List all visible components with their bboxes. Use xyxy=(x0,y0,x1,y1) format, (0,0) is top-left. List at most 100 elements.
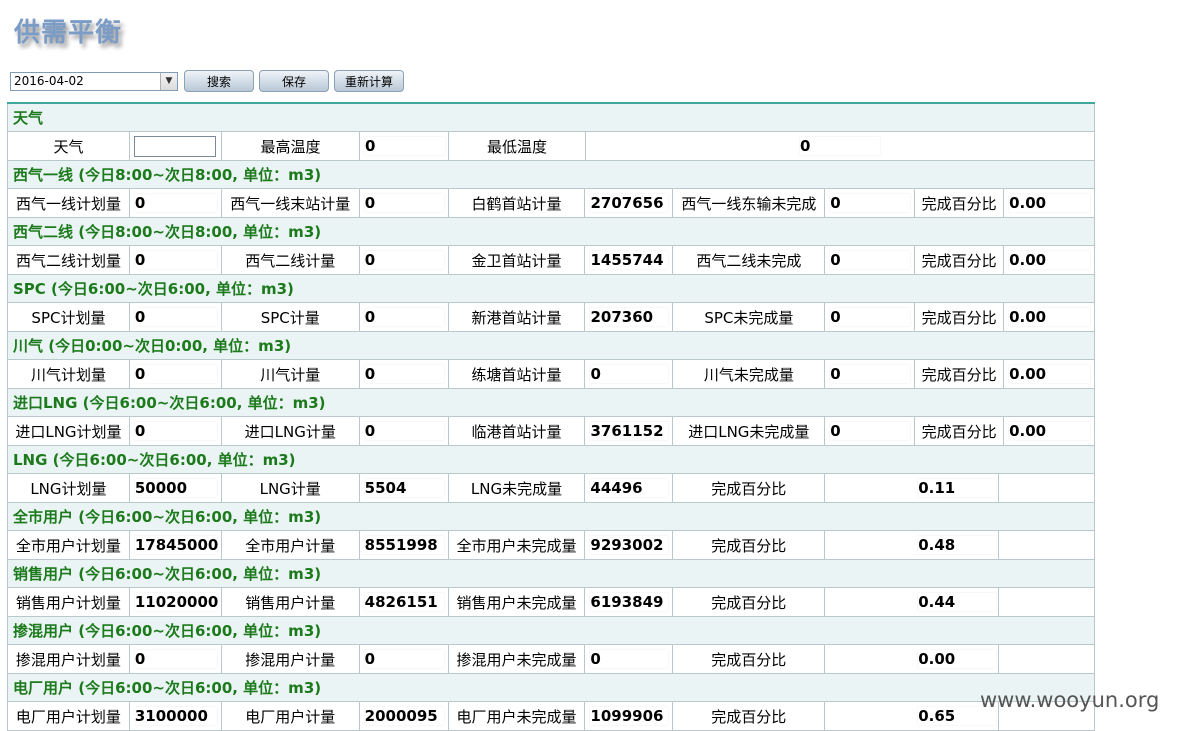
save-button[interactable]: 保存 xyxy=(259,70,329,92)
page-title: 供需平衡 xyxy=(14,18,123,48)
field-label: 西气二线计量 xyxy=(222,246,360,274)
field-value-text: 0 xyxy=(364,650,444,668)
field-value: 0.00 xyxy=(1004,189,1096,217)
date-select[interactable]: 2016-04-02 ▼ xyxy=(10,71,178,91)
field-label: 电厂用户计划量 xyxy=(8,702,130,730)
section-header: 电厂用户 (今日6:00~次日6:00, 单位：m3) xyxy=(7,674,1095,702)
field-value: 0 xyxy=(360,360,449,388)
field-label: 川气计划量 xyxy=(8,360,130,388)
field-value: 17845000 xyxy=(130,531,222,559)
section-row: 进口LNG计划量 0 进口LNG计量 0 临港首站计量 3761152 进口LNG未完成量 0… xyxy=(7,417,1096,446)
section-header: 西气二线 (今日8:00~次日8:00, 单位：m3) xyxy=(7,218,1095,246)
field-label: 完成百分比 xyxy=(915,360,1005,388)
section-row: LNG计划量 50000 LNG计量 5504 LNG未完成量 44496 完成百分比 0.1… xyxy=(7,474,1096,503)
field-value-text: 0 xyxy=(590,365,669,383)
field-value: 0 xyxy=(130,360,222,388)
field-label: 西气二线未完成 xyxy=(673,246,826,274)
section-row: 电厂用户计划量 3100000 电厂用户计量 2000095 电厂用户未完成量 10999… xyxy=(7,702,1096,731)
field-value-text: 1099906 xyxy=(590,707,669,725)
section-header: 销售用户 (今日6:00~次日6:00, 单位：m3) xyxy=(7,560,1095,588)
field-value: 0 xyxy=(130,645,222,673)
field-label: 进口LNG未完成量 xyxy=(673,417,826,445)
field-value: 11020000 xyxy=(130,588,222,616)
field-label: 临港首站计量 xyxy=(449,417,586,445)
field-value-text: 0.00 xyxy=(1009,194,1091,212)
section-header: 西气一线 (今日8:00~次日8:00, 单位：m3) xyxy=(7,161,1095,189)
section-row: 全市用户计划量 17845000 全市用户计量 8551998 全市用户未完成量 9293… xyxy=(7,531,1096,560)
field-value-text: 11020000 xyxy=(134,593,219,611)
field-value-text: 17845000 xyxy=(134,536,219,554)
field-value: 0 xyxy=(130,189,222,217)
field-value-text: 3761152 xyxy=(590,422,669,440)
search-button[interactable]: 搜索 xyxy=(184,70,254,92)
field-value: 2707656 xyxy=(585,189,674,217)
field-value-text: 0 xyxy=(364,308,444,326)
field-label: 西气一线末站计量 xyxy=(222,189,360,217)
field-label: 全市用户未完成量 xyxy=(449,531,586,559)
field-label: 练塘首站计量 xyxy=(449,360,586,388)
field-value-text: 3100000 xyxy=(134,707,217,725)
field-label: SPC计量 xyxy=(222,303,360,331)
field-value: 0 xyxy=(360,189,449,217)
field-value: 1099906 xyxy=(585,702,674,730)
field-value-text: 0 xyxy=(134,194,217,212)
pipeline-sections: 西气一线 (今日8:00~次日8:00, 单位：m3) 西气一线计划量 0 西气一线末… xyxy=(7,161,1096,446)
field-value: 0 xyxy=(130,303,222,331)
field-value: 3761152 xyxy=(585,417,674,445)
field-label: SPC未完成量 xyxy=(673,303,826,331)
toolbar: 2016-04-02 ▼ 搜索 保存 重新计算 xyxy=(10,69,404,93)
section-row: 掺混用户计划量 0 掺混用户计量 0 掺混用户未完成量 0 完成百分比 0.00 xyxy=(7,645,1096,674)
max-temp-value-text: 0 xyxy=(365,137,445,155)
section-header: SPC (今日6:00~次日6:00, 单位：m3) xyxy=(7,275,1095,303)
section-header: LNG (今日6:00~次日6:00, 单位：m3) xyxy=(7,446,1095,474)
field-value: 207360 xyxy=(585,303,674,331)
field-value-text: 0.48 xyxy=(918,536,997,554)
field-value-text: 4826151 xyxy=(364,593,444,611)
section-header: 进口LNG (今日6:00~次日6:00, 单位：m3) xyxy=(7,389,1095,417)
field-value-text: 0 xyxy=(134,650,217,668)
field-value: 2000095 xyxy=(360,702,449,730)
recalculate-button[interactable]: 重新计算 xyxy=(334,70,404,92)
section-header: 全市用户 (今日6:00~次日6:00, 单位：m3) xyxy=(7,503,1095,531)
field-value-text: 0 xyxy=(364,194,444,212)
field-label: 全市用户计量 xyxy=(222,531,360,559)
field-label: 掺混用户计划量 xyxy=(8,645,130,673)
empty-cell xyxy=(999,645,1096,673)
field-value-text: 0 xyxy=(830,308,911,326)
field-label: 完成百分比 xyxy=(915,303,1005,331)
balance-grid: 天气 天气 最高温度 0 最低温度 0 西气一线 (今日8:00~次日8:00,… xyxy=(7,102,1096,731)
field-value: 0.48 xyxy=(825,531,1000,559)
section-header-weather: 天气 xyxy=(7,104,1095,132)
field-value: 3100000 xyxy=(130,702,222,730)
field-label: 销售用户计量 xyxy=(222,588,360,616)
empty-cell xyxy=(999,474,1096,502)
field-label: 川气未完成量 xyxy=(673,360,826,388)
section-header: 川气 (今日0:00~次日0:00, 单位：m3) xyxy=(7,332,1095,360)
field-value-text: 207360 xyxy=(590,308,669,326)
field-label: 进口LNG计量 xyxy=(222,417,360,445)
weather-row: 天气 最高温度 0 最低温度 0 xyxy=(7,132,1095,161)
field-label: 西气二线计划量 xyxy=(8,246,130,274)
field-value-text: 0 xyxy=(830,251,911,269)
field-value: 0.44 xyxy=(825,588,1000,616)
chevron-down-icon[interactable]: ▼ xyxy=(160,72,177,90)
field-label: 完成百分比 xyxy=(915,189,1005,217)
field-value: 0 xyxy=(585,360,674,388)
field-value-text: 2000095 xyxy=(364,707,444,725)
field-value: 0 xyxy=(825,303,916,331)
field-value: 4826151 xyxy=(360,588,449,616)
field-label: 完成百分比 xyxy=(673,645,826,673)
field-value-text: 50000 xyxy=(134,479,217,497)
field-label: 完成百分比 xyxy=(673,474,826,502)
field-label: 金卫首站计量 xyxy=(449,246,586,274)
field-value: 0.65 xyxy=(825,702,1000,730)
field-label: 西气一线东输未完成 xyxy=(673,189,826,217)
section-row: 销售用户计划量 11020000 销售用户计量 4826151 销售用户未完成量 6193… xyxy=(7,588,1096,617)
watermark: www.wooyun.org xyxy=(980,688,1160,712)
field-value-text: 0 xyxy=(134,422,217,440)
field-value: 6193849 xyxy=(585,588,674,616)
field-label: 销售用户未完成量 xyxy=(449,588,586,616)
weather-input[interactable] xyxy=(134,135,216,157)
field-label: 进口LNG计划量 xyxy=(8,417,130,445)
field-label: 完成百分比 xyxy=(673,588,826,616)
